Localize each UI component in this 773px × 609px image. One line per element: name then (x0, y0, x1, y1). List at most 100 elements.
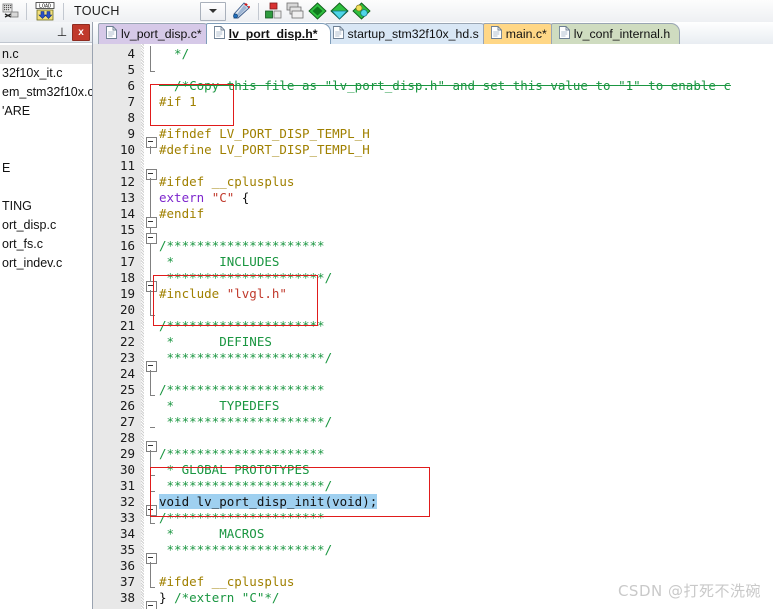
code-line[interactable]: 33 /********************* (93, 510, 773, 526)
code-text[interactable]: /********************* (159, 318, 325, 334)
line-number: 8 (127, 110, 135, 125)
code-line[interactable]: 4 */ (93, 46, 773, 62)
code-text[interactable]: /********************* (159, 382, 325, 398)
tree-item[interactable]: ort_disp.c (0, 216, 92, 235)
code-text[interactable]: /*Copy this file as "lv_port_disp.h" and… (159, 78, 731, 94)
code-line[interactable]: 7 #if 1 (93, 94, 773, 110)
code-text[interactable]: *********************/ (159, 270, 333, 286)
configuration-wizard-icon[interactable] (228, 1, 254, 21)
tree-item[interactable]: 'ARE (0, 102, 92, 121)
code-token: *********************/ (159, 414, 333, 429)
code-text[interactable]: #ifndef LV_PORT_DISP_TEMPL_H (159, 126, 370, 142)
line-number: 13 (119, 190, 135, 205)
code-line[interactable]: 35 *********************/ (93, 542, 773, 558)
code-text[interactable]: * DEFINES (159, 334, 272, 350)
code-text[interactable]: * GLOBAL PROTOTYPES (159, 462, 310, 478)
code-text[interactable]: #ifdef __cplusplus (159, 174, 294, 190)
code-line[interactable]: 31 *********************/ (93, 478, 773, 494)
code-text[interactable]: void lv_port_disp_init(void); (159, 494, 378, 510)
code-text[interactable]: /********************* (159, 446, 325, 462)
code-line[interactable]: 16 /********************* (93, 238, 773, 254)
toolbar-separator-2 (63, 2, 64, 20)
code-text[interactable]: } /*extern "C"*/ (159, 590, 279, 606)
code-line[interactable]: 30 * GLOBAL PROTOTYPES (93, 462, 773, 478)
tree-item[interactable]: em_stm32f10x.c (0, 83, 92, 102)
code-text[interactable]: */ (159, 46, 189, 62)
document-icon (213, 26, 225, 42)
editor-tab[interactable]: main.c* (482, 23, 557, 44)
document-icon (213, 26, 225, 39)
code-line[interactable]: 21 /********************* (93, 318, 773, 334)
editor-tab[interactable]: startup_stm32f10x_hd.s (324, 23, 489, 44)
code-token: /*extern "C"*/ (174, 590, 280, 605)
code-text[interactable]: #endif (159, 206, 204, 222)
code-line[interactable]: 27 *********************/ (93, 414, 773, 430)
tree-item[interactable]: ort_indev.c (0, 254, 92, 273)
load-icon[interactable]: LOAD (31, 1, 59, 21)
code-line[interactable]: 23 *********************/ (93, 350, 773, 366)
code-text[interactable]: #ifdef __cplusplus (159, 574, 294, 590)
code-line[interactable]: 11 (93, 158, 773, 174)
code-line[interactable]: 32 void lv_port_disp_init(void); (93, 494, 773, 510)
code-line[interactable]: 28 (93, 430, 773, 446)
tree-item[interactable]: ort_fs.c (0, 235, 92, 254)
line-number: 19 (119, 286, 135, 301)
editor-tab[interactable]: lv_port_disp.h* (205, 23, 331, 44)
pack-installer-multi-icon[interactable] (351, 1, 373, 21)
code-line[interactable]: 14 #endif (93, 206, 773, 222)
code-line[interactable]: 15 (93, 222, 773, 238)
build-target-icon[interactable] (0, 1, 22, 21)
tree-item[interactable]: TING (0, 197, 92, 216)
tree-item[interactable]: n.c (0, 45, 92, 64)
code-line[interactable]: 19 #include "lvgl.h" (93, 286, 773, 302)
tree-gap (0, 121, 92, 140)
code-text[interactable]: /********************* (159, 510, 325, 526)
code-line[interactable]: 25 /********************* (93, 382, 773, 398)
code-text[interactable]: * MACROS (159, 526, 265, 542)
code-line[interactable]: 8 (93, 110, 773, 126)
code-text[interactable]: *********************/ (159, 414, 333, 430)
tree-item[interactable]: 32f10x_it.c (0, 64, 92, 83)
code-text[interactable]: #include "lvgl.h" (159, 286, 287, 302)
code-text[interactable]: *********************/ (159, 542, 333, 558)
code-line[interactable]: 24 (93, 366, 773, 382)
editor-tab[interactable]: lv_conf_internal.h (550, 23, 681, 44)
tree-item[interactable]: E (0, 159, 92, 178)
code-line[interactable]: 26 * TYPEDEFS (93, 398, 773, 414)
close-icon[interactable]: x (72, 23, 90, 41)
code-text[interactable]: *********************/ (159, 478, 333, 494)
code-line[interactable]: 29 /********************* (93, 446, 773, 462)
code-line[interactable]: 9 #ifndef LV_PORT_DISP_TEMPL_H (93, 126, 773, 142)
editor-tab[interactable]: lv_port_disp.c* (98, 23, 212, 44)
code-lines[interactable]: 4 */5 6 /*Copy this file as "lv_port_disp… (93, 44, 773, 609)
target-dropdown[interactable] (198, 1, 228, 21)
pin-icon[interactable]: ⊥ (54, 24, 70, 40)
line-number: 25 (119, 382, 135, 397)
code-line[interactable]: 18 *********************/ (93, 270, 773, 286)
code-text[interactable]: * TYPEDEFS (159, 398, 280, 414)
code-line[interactable]: 12 #ifdef __cplusplus (93, 174, 773, 190)
manage-project-items-icon[interactable] (285, 1, 307, 21)
code-line[interactable]: 36 (93, 558, 773, 574)
code-line[interactable]: 6 /*Copy this file as "lv_port_disp.h" a… (93, 78, 773, 94)
code-text[interactable]: /********************* (159, 238, 325, 254)
code-line[interactable]: 10 #define LV_PORT_DISP_TEMPL_H (93, 142, 773, 158)
line-number: 20 (119, 302, 135, 317)
code-text[interactable]: extern "C" { (159, 190, 249, 206)
code-line[interactable]: 20 (93, 302, 773, 318)
code-text[interactable]: #if 1 (159, 94, 197, 110)
pack-installer-green-icon[interactable] (307, 1, 329, 21)
document-icon (558, 26, 570, 39)
pack-installer-cyan-icon[interactable] (329, 1, 351, 21)
code-view[interactable]: 4 */5 6 /*Copy this file as "lv_port_disp… (93, 44, 773, 609)
code-text[interactable]: #define LV_PORT_DISP_TEMPL_H (159, 142, 370, 158)
code-line[interactable]: 13 extern "C" { (93, 190, 773, 206)
target-dropdown-button[interactable] (199, 1, 226, 21)
code-text[interactable]: * INCLUDES (159, 254, 280, 270)
manage-components-icon[interactable] (263, 1, 285, 21)
code-line[interactable]: 17 * INCLUDES (93, 254, 773, 270)
code-text[interactable]: *********************/ (159, 350, 333, 366)
code-line[interactable]: 5 (93, 62, 773, 78)
code-line[interactable]: 34 * MACROS (93, 526, 773, 542)
code-line[interactable]: 22 * DEFINES (93, 334, 773, 350)
